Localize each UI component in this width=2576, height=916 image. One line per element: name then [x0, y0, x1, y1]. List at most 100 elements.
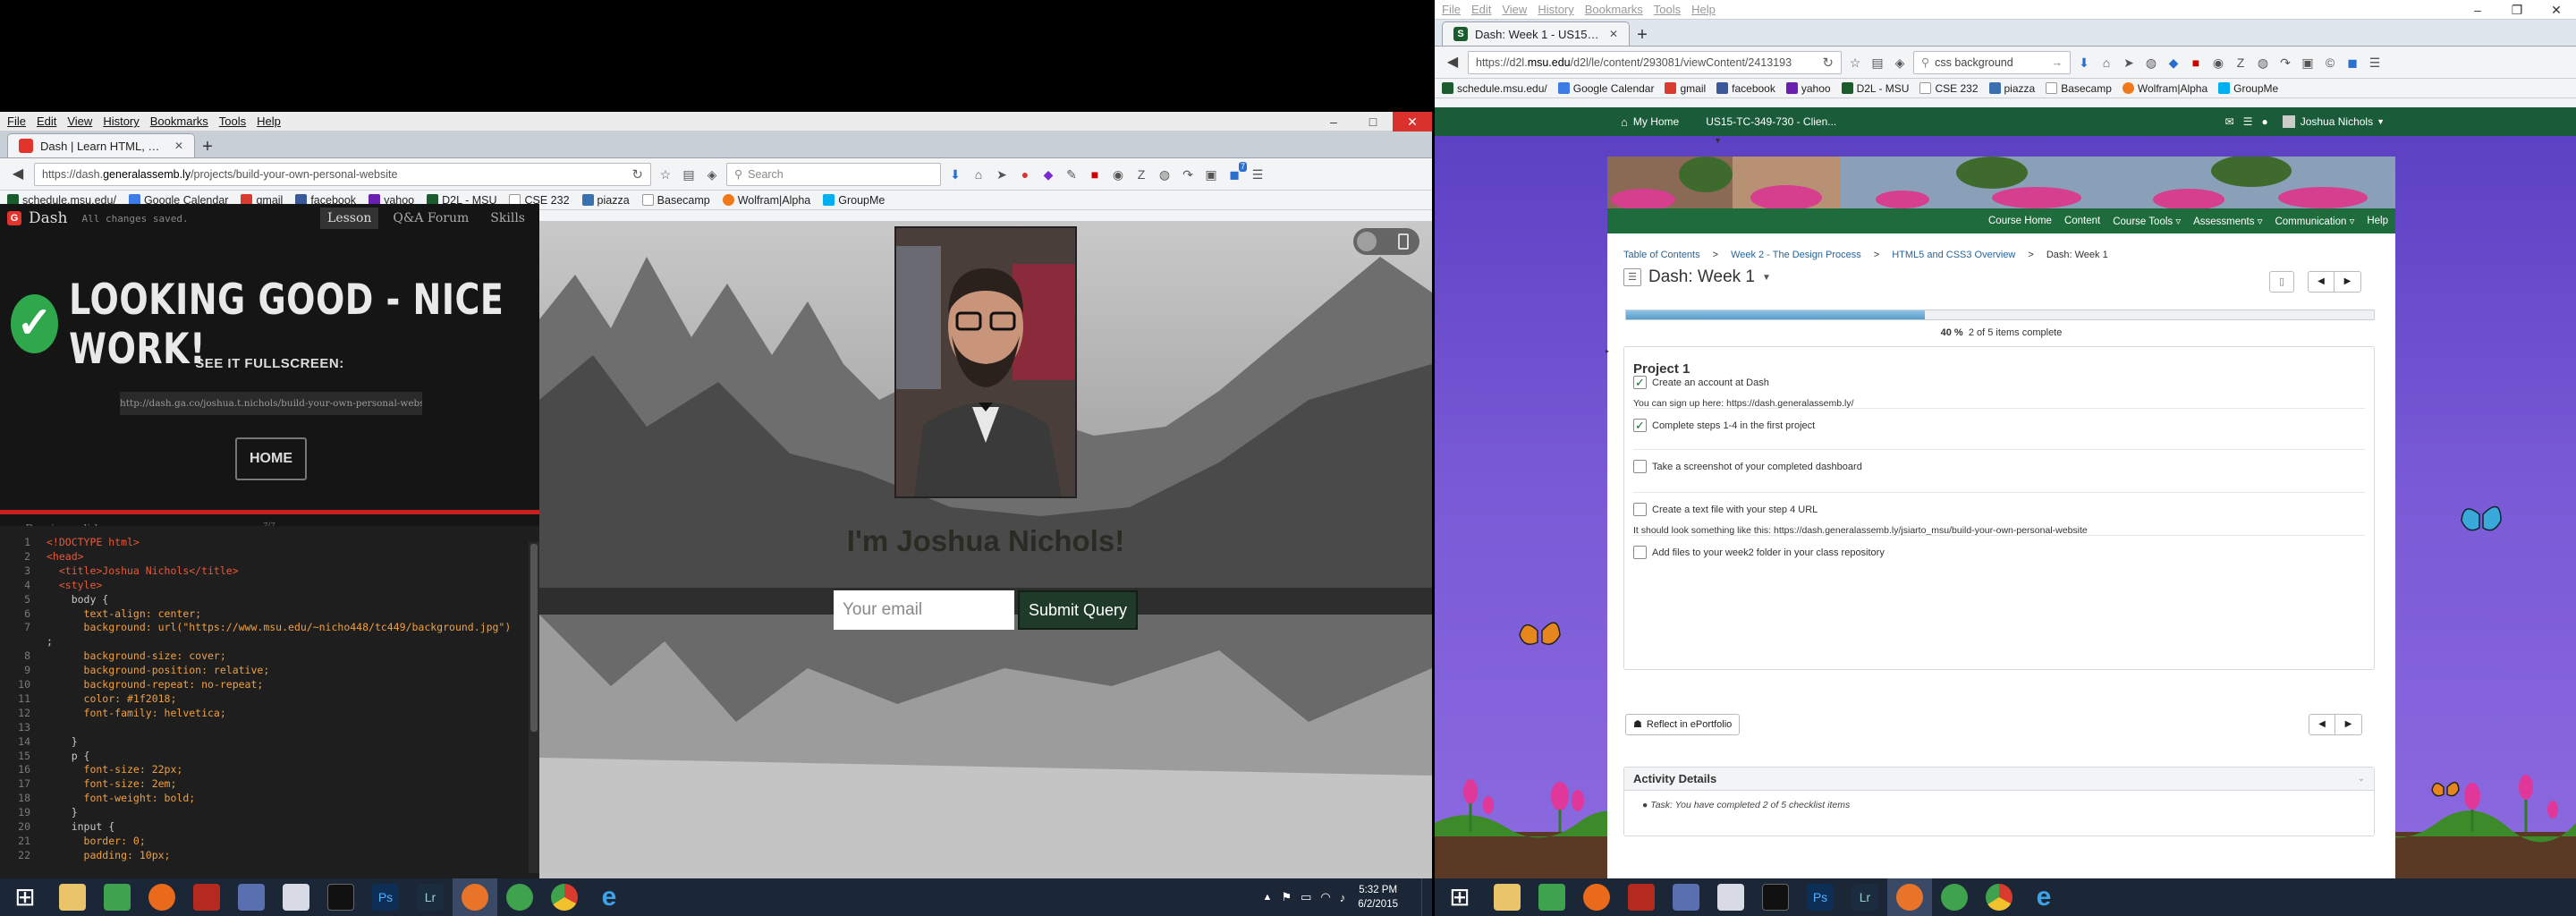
- bookmark-groupme[interactable]: GroupMe: [823, 194, 885, 207]
- menu-file-right[interactable]: File: [1442, 3, 1461, 16]
- firefox-icon[interactable]: [453, 878, 497, 916]
- bookmark-piazza[interactable]: piazza: [1988, 82, 2035, 95]
- tab-qa-forum[interactable]: Q&A Forum: [386, 208, 476, 229]
- menu-bookmarks[interactable]: Bookmarks: [150, 114, 208, 128]
- calculator-icon[interactable]: [95, 878, 140, 916]
- menu-edit-right[interactable]: Edit: [1471, 3, 1491, 16]
- chrome-icon[interactable]: [1977, 878, 2021, 916]
- star-icon[interactable]: ☆: [657, 165, 674, 183]
- star-icon[interactable]: ☆: [1846, 54, 1864, 72]
- download-icon[interactable]: ⬇: [946, 165, 964, 183]
- nav-help[interactable]: Help: [2367, 216, 2388, 226]
- tray-wifi-icon[interactable]: ◠: [1320, 890, 1330, 904]
- network-icon[interactable]: [229, 878, 274, 916]
- tab-close-icon[interactable]: ✕: [174, 140, 183, 152]
- email-input[interactable]: Your email: [834, 590, 1014, 630]
- show-desktop-button[interactable]: [1421, 878, 1432, 916]
- file-explorer-icon[interactable]: [50, 878, 95, 916]
- minimize-icon[interactable]: –: [2458, 0, 2497, 20]
- title-menu-chevron-icon[interactable]: ▼: [1762, 273, 1771, 283]
- filezilla-icon[interactable]: [184, 878, 229, 916]
- reading-list-icon[interactable]: ▤: [680, 165, 698, 183]
- clock[interactable]: 5:32 PM 6/2/2015: [1358, 883, 1398, 912]
- message-alerts-icon[interactable]: ✉: [2225, 115, 2234, 128]
- checklist-checkbox[interactable]: ✓: [1633, 419, 1647, 432]
- menu-help-right[interactable]: Help: [1691, 3, 1716, 16]
- reload-icon[interactable]: ↻: [1822, 55, 1834, 71]
- bookmark-basecamp[interactable]: Basecamp: [641, 194, 710, 207]
- minimize-icon[interactable]: –: [1314, 112, 1353, 131]
- adblock-icon[interactable]: ●: [1016, 165, 1034, 183]
- restore-icon[interactable]: ❐: [2497, 0, 2537, 20]
- settings-gear-icon[interactable]: [140, 878, 184, 916]
- extension-notes-icon[interactable]: ✎: [1063, 165, 1080, 183]
- checklist-checkbox[interactable]: [1633, 460, 1647, 473]
- bookmark-yahoo[interactable]: yahoo: [1785, 82, 1831, 95]
- prev-topic-button[interactable]: ◀: [2308, 271, 2334, 293]
- menu-view-right[interactable]: View: [1502, 3, 1527, 16]
- activity-details-header[interactable]: Activity Details ⌄: [1624, 768, 2374, 791]
- menu-help[interactable]: Help: [257, 114, 281, 128]
- print-button[interactable]: ▯: [2269, 271, 2294, 293]
- search-box[interactable]: ⚲ Search: [726, 162, 941, 186]
- send-icon[interactable]: ➤: [993, 165, 1011, 183]
- address-bar-right[interactable]: https://d2l. msu.edu/d2l/le/content/29308…: [1468, 50, 1842, 74]
- send-icon[interactable]: ➤: [2120, 54, 2138, 72]
- nav-course-tools[interactable]: Course Tools ▿: [2113, 215, 2181, 227]
- bookmark-d2l[interactable]: D2L - MSU: [1841, 82, 1909, 95]
- tab-dash[interactable]: Dash | Learn HTML, CSS, Ja... ✕: [7, 133, 195, 157]
- nav-content[interactable]: Content: [2064, 216, 2100, 226]
- side-collapse-icon[interactable]: ▸: [1606, 347, 1609, 355]
- fullscreen-url[interactable]: http://dash.ga.co/joshua.t.nichols/build…: [120, 392, 422, 415]
- menu-history-right[interactable]: History: [1538, 3, 1573, 16]
- bookmark-wolfram[interactable]: Wolfram|Alpha: [722, 194, 810, 207]
- terminal-icon[interactable]: [318, 878, 363, 916]
- extension-jar-icon[interactable]: ▣: [1202, 165, 1220, 183]
- extension-jar-icon[interactable]: ▣: [2299, 54, 2317, 72]
- pocket-icon[interactable]: ◈: [1891, 54, 1909, 72]
- bookmark-facebook[interactable]: facebook: [1716, 82, 1775, 95]
- bookmark-cse232[interactable]: CSE 232: [1919, 82, 1979, 95]
- new-tab-button[interactable]: +: [1630, 24, 1655, 46]
- reading-list-icon[interactable]: ▤: [1868, 54, 1886, 72]
- lightroom-icon[interactable]: Lr: [408, 878, 453, 916]
- menu-bookmarks-right[interactable]: Bookmarks: [1585, 3, 1643, 16]
- start-button[interactable]: ⊞: [0, 878, 50, 916]
- extension-chat-icon[interactable]: ◍: [2254, 54, 2272, 72]
- bookmark-groupme[interactable]: GroupMe: [2218, 82, 2278, 95]
- maximize-icon[interactable]: □: [1353, 112, 1393, 131]
- globe-app-icon[interactable]: [497, 878, 542, 916]
- checklist-checkbox[interactable]: ✓: [1633, 376, 1647, 389]
- menu-history[interactable]: History: [103, 114, 139, 128]
- pocket-icon[interactable]: ◈: [703, 165, 721, 183]
- home-icon[interactable]: ⌂: [970, 165, 987, 183]
- subscription-alerts-icon[interactable]: ☰: [2243, 115, 2253, 128]
- photoshop-icon[interactable]: Ps: [363, 878, 408, 916]
- search-go-icon[interactable]: →: [2052, 56, 2063, 69]
- extension-arrow-icon[interactable]: ↷: [1179, 165, 1197, 183]
- start-button[interactable]: ⊞: [1435, 878, 1485, 916]
- checklist-checkbox[interactable]: [1633, 546, 1647, 559]
- documents-icon[interactable]: [1708, 878, 1753, 916]
- extension-badge-icon[interactable]: ◼: [2343, 54, 2361, 72]
- tab-close-icon[interactable]: ✕: [1609, 28, 1618, 40]
- close-icon[interactable]: ✕: [1393, 112, 1432, 131]
- bookmark-piazza[interactable]: piazza: [581, 194, 630, 207]
- chevron-down-icon[interactable]: ▼: [2377, 117, 2385, 126]
- extension-c-icon[interactable]: ©: [2321, 54, 2339, 72]
- address-bar[interactable]: https://dash. generalassemb.ly/projects/b…: [34, 162, 651, 186]
- adblock-icon[interactable]: ◍: [2142, 54, 2160, 72]
- menu-tools[interactable]: Tools: [219, 114, 246, 128]
- reload-icon[interactable]: ↻: [631, 166, 643, 182]
- menu-view[interactable]: View: [67, 114, 92, 128]
- extension-z-icon[interactable]: Z: [1132, 165, 1150, 183]
- download-icon[interactable]: ⬇: [2075, 54, 2093, 72]
- filezilla-icon[interactable]: [1619, 878, 1664, 916]
- device-toggle[interactable]: [1353, 228, 1419, 255]
- update-alerts-icon[interactable]: ●: [2261, 115, 2267, 128]
- breadcrumb-toc[interactable]: Table of Contents: [1623, 250, 1700, 260]
- menu-file[interactable]: File: [7, 114, 26, 128]
- settings-gear-icon[interactable]: [1574, 878, 1619, 916]
- extension-globe-icon[interactable]: ◉: [1109, 165, 1127, 183]
- bookmark-schedule[interactable]: schedule.msu.edu/: [1442, 82, 1547, 95]
